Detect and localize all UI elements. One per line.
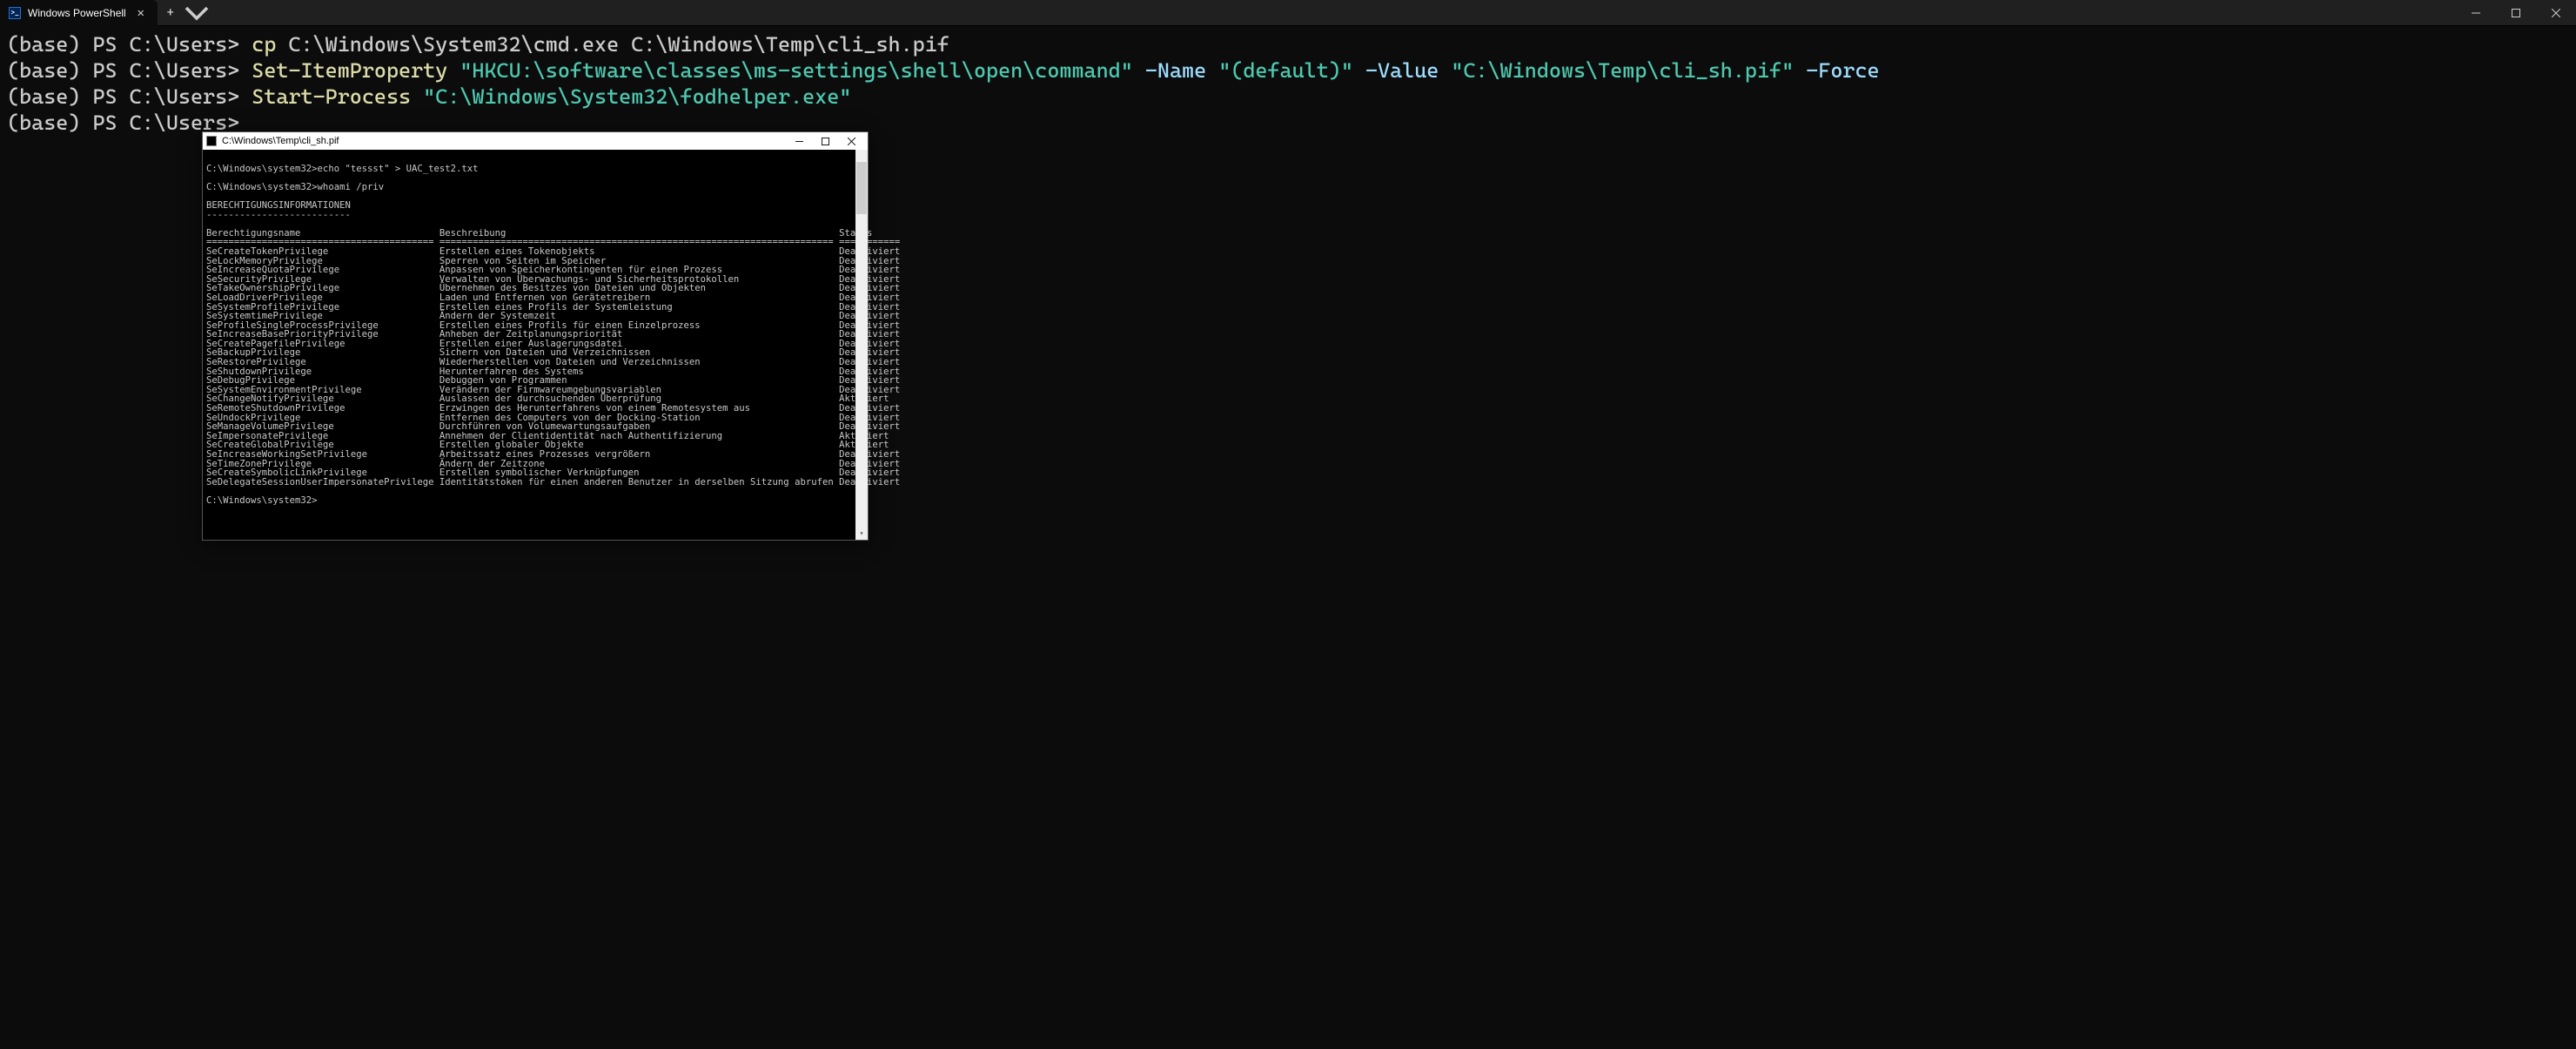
child-titlebar[interactable]: C:\Windows\Temp\cli_sh.pif: [203, 132, 868, 150]
new-tab-button[interactable]: +: [158, 0, 184, 26]
child-maximize-button[interactable]: [812, 132, 838, 150]
child-terminal-output[interactable]: C:\Windows\system32>echo "tessst" > UAC_…: [203, 150, 868, 540]
powershell-icon: >_: [9, 7, 21, 19]
window-controls: [2456, 0, 2576, 26]
window-titlebar: >_ Windows PowerShell ✕ +: [0, 0, 2576, 26]
child-scrollbar[interactable]: ▴ ▾: [855, 150, 868, 540]
cmd-icon: [206, 136, 217, 146]
scroll-thumb[interactable]: [856, 162, 867, 214]
tab-close-button[interactable]: ✕: [133, 5, 149, 21]
child-minimize-button[interactable]: [786, 132, 812, 150]
terminal-output[interactable]: (base) PS C:\Users> cp C:\Windows\System…: [0, 26, 2576, 141]
maximize-button[interactable]: [2496, 0, 2536, 26]
child-window-title: C:\Windows\Temp\cli_sh.pif: [222, 136, 339, 146]
child-close-button[interactable]: [838, 132, 864, 150]
minimize-button[interactable]: [2456, 0, 2496, 26]
tab-title: Windows PowerShell: [28, 7, 126, 19]
elevated-cmd-window: C:\Windows\Temp\cli_sh.pif C:\Windows\sy…: [202, 131, 869, 541]
tab-dropdown-button[interactable]: [184, 0, 210, 26]
scroll-down-button[interactable]: ▾: [855, 528, 868, 540]
terminal-tab[interactable]: >_ Windows PowerShell ✕: [0, 0, 158, 26]
close-button[interactable]: [2536, 0, 2576, 26]
